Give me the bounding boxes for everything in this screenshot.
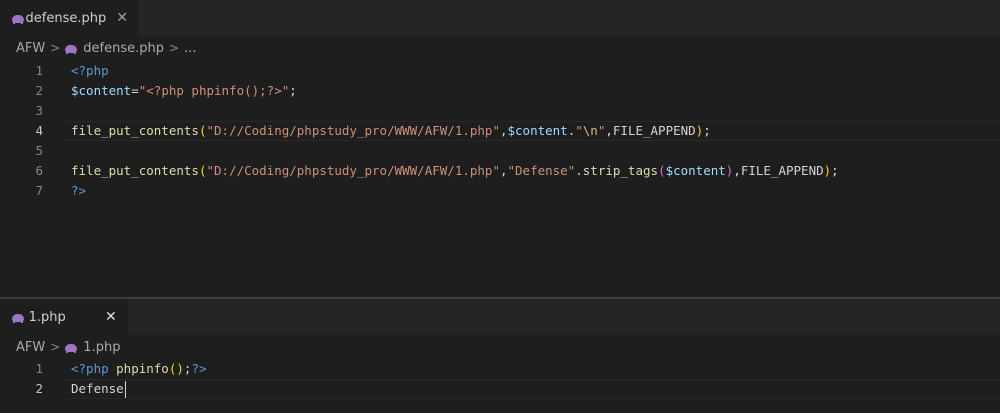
breadcrumb-file[interactable]: defense.php bbox=[65, 41, 164, 56]
code-token: phpinfo bbox=[116, 361, 169, 376]
code-editor[interactable]: 1 <?php phpinfo();?> 2 Defense bbox=[0, 359, 1000, 399]
code-line[interactable]: 1 <?php phpinfo();?> bbox=[0, 359, 1000, 379]
close-icon[interactable]: ✕ bbox=[104, 309, 118, 325]
code-token: "D://Coding/phpstudy_pro/WWW/AFW/1.php" bbox=[206, 163, 500, 178]
php-elephant-icon bbox=[65, 343, 78, 353]
code-token: ,FILE_APPEND bbox=[733, 163, 824, 178]
code-token: "Defense" bbox=[507, 163, 576, 178]
code-token: () bbox=[168, 361, 184, 376]
code-token: $content bbox=[507, 123, 568, 138]
line-number: 6 bbox=[35, 163, 43, 178]
code-text[interactable]: ?> bbox=[71, 181, 86, 201]
line-number: 4 bbox=[35, 123, 43, 138]
code-editor[interactable]: 1 <?php 2 $content="<?php phpinfo();?>"; 3 4 f… bbox=[0, 61, 1000, 201]
code-line[interactable]: 2 $content="<?php phpinfo();?>"; bbox=[0, 81, 1000, 101]
code-text[interactable]: <?php phpinfo();?> bbox=[71, 359, 207, 379]
code-token: ; bbox=[289, 83, 297, 98]
code-token: , bbox=[499, 163, 508, 178]
line-number: 1 bbox=[35, 63, 43, 78]
code-token: . bbox=[575, 163, 583, 178]
code-token: ?> bbox=[191, 361, 207, 376]
breadcrumb-symbols[interactable]: ... bbox=[184, 41, 196, 56]
chevron-right-icon: > bbox=[50, 41, 61, 55]
code-text[interactable]: file_put_contents("D://Coding/phpstudy_p… bbox=[71, 121, 711, 141]
line-number: 7 bbox=[35, 183, 43, 198]
code-token: "<?php phpinfo();?>" bbox=[138, 83, 290, 98]
breadcrumb-file-label: 1.php bbox=[83, 339, 121, 355]
code-token: ,FILE_APPEND bbox=[605, 123, 696, 138]
tab-label: defense.php bbox=[25, 10, 107, 26]
code-line[interactable]: 5 bbox=[0, 141, 1000, 161]
code-line[interactable]: 7 ?> bbox=[0, 181, 1000, 201]
code-text[interactable]: $content="<?php phpinfo();?>"; bbox=[71, 81, 297, 101]
code-token: . bbox=[567, 123, 576, 138]
code-token: strip_tags bbox=[582, 163, 659, 178]
code-token: ?> bbox=[71, 183, 87, 198]
tab-defense-php[interactable]: defense.php ✕ bbox=[0, 0, 138, 36]
chevron-right-icon: > bbox=[169, 41, 180, 55]
code-token: ; bbox=[703, 123, 711, 138]
code-line[interactable]: 1 <?php bbox=[0, 61, 1000, 81]
chevron-right-icon: > bbox=[50, 340, 61, 354]
text-cursor bbox=[124, 381, 126, 398]
tab-bar: defense.php ✕ bbox=[0, 0, 1000, 36]
breadcrumb-folder[interactable]: AFW bbox=[16, 340, 45, 355]
php-elephant-icon bbox=[12, 14, 24, 24]
code-token: = bbox=[131, 83, 139, 98]
code-token: ( bbox=[198, 123, 207, 138]
code-token: "D://Coding/phpstudy_pro/WWW/AFW/1.php" bbox=[206, 123, 500, 138]
line-number: 1 bbox=[35, 361, 43, 376]
breadcrumb: AFW > defense.php > ... bbox=[0, 36, 1000, 60]
code-token: , bbox=[499, 123, 508, 138]
code-token: " bbox=[597, 123, 606, 138]
editor-pane-1php: 1.php ✕ AFW > 1.php 1 <?php phpinfo();?> 2… bbox=[0, 299, 1000, 413]
code-token: ; bbox=[831, 163, 839, 178]
breadcrumb: AFW > 1.php bbox=[0, 335, 1000, 359]
code-token: \n bbox=[582, 123, 598, 138]
php-elephant-icon bbox=[12, 313, 24, 323]
editor-pane-defense: defense.php ✕ AFW > defense.php > ... 1 <… bbox=[0, 0, 1000, 298]
php-elephant-icon bbox=[65, 44, 78, 54]
breadcrumb-file-label: defense.php bbox=[83, 40, 165, 56]
code-text[interactable]: Defense bbox=[71, 379, 126, 399]
code-line[interactable]: 4 file_put_contents("D://Coding/phpstudy_… bbox=[0, 121, 1000, 141]
code-text[interactable]: <?php bbox=[71, 61, 109, 81]
code-token: " bbox=[575, 123, 583, 138]
code-token: file_put_contents bbox=[71, 163, 199, 178]
code-line[interactable]: 3 bbox=[0, 101, 1000, 121]
line-number: 2 bbox=[35, 83, 43, 98]
code-token: Defense bbox=[71, 381, 124, 396]
tab-bar: 1.php ✕ bbox=[0, 299, 1000, 335]
tab-label: 1.php bbox=[28, 309, 66, 325]
code-line[interactable]: 6 file_put_contents ( "D://Coding/phpstudy_… bbox=[0, 161, 1000, 181]
breadcrumb-folder[interactable]: AFW bbox=[16, 41, 45, 56]
code-token: ) bbox=[695, 123, 704, 138]
code-token: <?php bbox=[71, 63, 109, 78]
code-token: ( bbox=[658, 163, 666, 178]
code-token: file_put_contents bbox=[71, 123, 199, 138]
close-icon[interactable]: ✕ bbox=[116, 10, 128, 26]
code-token: <?php bbox=[71, 361, 117, 376]
line-number: 3 bbox=[35, 103, 43, 118]
breadcrumb-file[interactable]: 1.php bbox=[65, 340, 120, 355]
code-token: $content bbox=[71, 83, 132, 98]
line-number: 2 bbox=[35, 381, 43, 396]
code-line[interactable]: 2 Defense bbox=[0, 379, 1000, 399]
code-token: $content bbox=[665, 163, 726, 178]
tab-1-php[interactable]: 1.php ✕ bbox=[0, 299, 128, 335]
code-text[interactable]: file_put_contents ( "D://Coding/phpstudy_p… bbox=[71, 161, 839, 181]
line-number: 5 bbox=[35, 143, 43, 158]
